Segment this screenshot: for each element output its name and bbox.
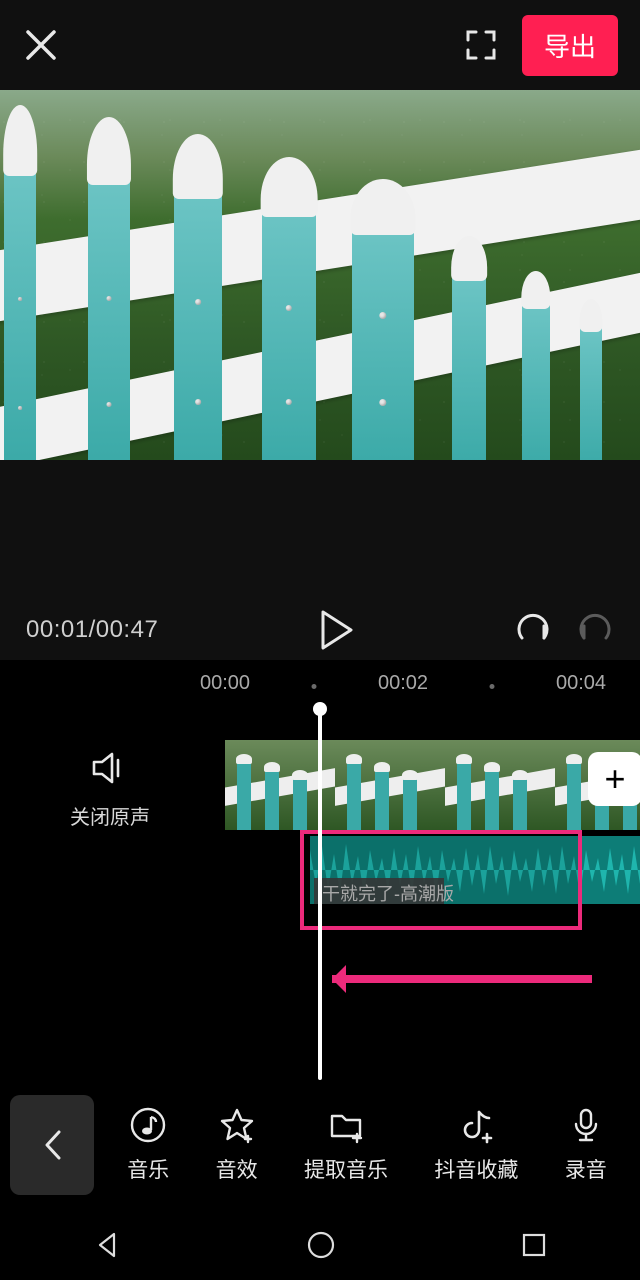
- time-display: 00:01/00:47: [26, 616, 158, 644]
- tool-label: 抖音收藏: [434, 1154, 518, 1184]
- tool-label: 录音: [565, 1154, 607, 1184]
- playhead[interactable]: [318, 706, 322, 1080]
- mute-original-audio-button[interactable]: 关闭原声: [0, 750, 220, 830]
- tool-extract-music[interactable]: 提取音乐: [304, 1106, 388, 1184]
- play-icon[interactable]: [319, 610, 353, 650]
- export-button[interactable]: 导出: [522, 15, 618, 76]
- video-editor-screen: 导出 00:01/00:47: [0, 0, 640, 1280]
- tool-music[interactable]: 音乐: [127, 1106, 169, 1184]
- tool-label: 提取音乐: [304, 1154, 388, 1184]
- fullscreen-icon[interactable]: [464, 28, 498, 62]
- tool-label: 音乐: [127, 1154, 169, 1184]
- chevron-left-icon: [41, 1128, 63, 1162]
- star-icon: [218, 1106, 256, 1144]
- redo-icon[interactable]: [578, 612, 614, 649]
- tool-label: 音效: [216, 1154, 258, 1184]
- tool-douyin-favorites[interactable]: 抖音收藏: [434, 1106, 518, 1184]
- nav-back-icon[interactable]: [92, 1230, 122, 1260]
- timeline[interactable]: 00:00 00:02 00:04 关闭原声 +: [0, 660, 640, 1080]
- nav-recents-icon[interactable]: [520, 1231, 548, 1259]
- video-track[interactable]: [225, 740, 640, 830]
- mute-label: 关闭原声: [0, 801, 220, 830]
- top-bar: 导出: [0, 0, 640, 90]
- clip-thumbnail[interactable]: [335, 740, 445, 830]
- time-ruler: 00:00 00:02 00:04: [0, 672, 640, 702]
- undo-icon[interactable]: [514, 612, 550, 649]
- tool-record[interactable]: 录音: [565, 1106, 607, 1184]
- close-icon[interactable]: [22, 26, 60, 64]
- audio-selection-box[interactable]: [300, 830, 582, 930]
- folder-icon: [327, 1106, 365, 1144]
- douyin-icon: [457, 1106, 495, 1144]
- system-nav-bar: [0, 1210, 640, 1280]
- music-note-icon: [129, 1106, 167, 1144]
- video-preview[interactable]: [0, 90, 640, 460]
- nav-home-icon[interactable]: [305, 1229, 337, 1261]
- toolbar-back-button[interactable]: [10, 1095, 94, 1195]
- microphone-icon: [567, 1106, 605, 1144]
- plus-icon: +: [604, 758, 625, 800]
- playback-controls: 00:01/00:47: [0, 600, 640, 660]
- tool-sound-effects[interactable]: 音效: [216, 1106, 258, 1184]
- clip-thumbnail[interactable]: [445, 740, 555, 830]
- bottom-toolbar: 音乐 音效 提取音乐 抖音收藏 录音: [0, 1080, 640, 1210]
- annotation-arrow: [332, 975, 592, 983]
- add-clip-button[interactable]: +: [588, 752, 640, 806]
